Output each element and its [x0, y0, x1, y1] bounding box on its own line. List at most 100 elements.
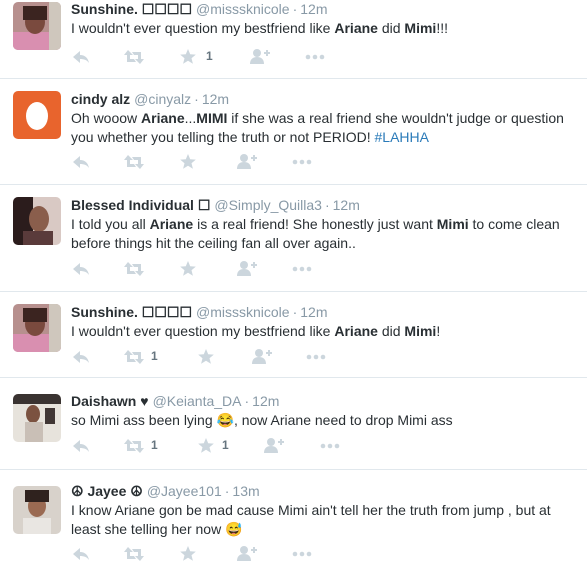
more-icon[interactable] — [319, 436, 341, 456]
reply-icon[interactable] — [71, 259, 91, 279]
follow-icon[interactable] — [251, 347, 273, 367]
avatar[interactable] — [13, 394, 61, 442]
retweet-count: 1 — [151, 349, 158, 363]
text-bold: Mimi — [436, 216, 469, 232]
text-bold: Mimi — [404, 323, 437, 339]
text-bold: MIMI — [196, 110, 228, 126]
user-handle[interactable]: @cinyalz — [134, 91, 191, 107]
favorite-icon[interactable] — [197, 347, 215, 367]
text-bold: Ariane — [334, 323, 378, 339]
avatar[interactable] — [13, 486, 61, 534]
tweet-timestamp[interactable]: 12m — [300, 1, 327, 17]
more-icon[interactable] — [305, 347, 327, 367]
tweet-text: I know Ariane gon be mad cause Mimi ain'… — [71, 501, 579, 539]
tweet-timestamp[interactable]: 12m — [202, 91, 229, 107]
hashtag-link[interactable]: #LAHHA — [375, 129, 429, 145]
tweet-timestamp[interactable]: 12m — [252, 393, 279, 409]
more-icon[interactable] — [291, 259, 313, 279]
text-segment: I wouldn't ever question my bestfriend l… — [71, 20, 335, 36]
text-segment: Oh wooow — [71, 110, 142, 126]
user-fullname[interactable]: ☮ Jayee ☮ — [71, 483, 143, 499]
tweet[interactable]: Daishawn ♥ @Keianta_DA · 12m so Mimi ass be… — [0, 378, 587, 470]
more-icon[interactable] — [304, 47, 326, 67]
tweet-text: I wouldn't ever question my bestfriend l… — [71, 322, 579, 341]
reply-icon[interactable] — [71, 152, 91, 172]
separator-dot: · — [324, 197, 330, 213]
text-segment: ! — [436, 323, 441, 339]
follow-icon[interactable] — [263, 436, 285, 456]
separator-dot: · — [292, 1, 298, 17]
tweet-text: I told you all Ariane is a real friend! … — [71, 215, 579, 253]
favorite-count: 1 — [222, 438, 229, 452]
tweet-timestamp[interactable]: 12m — [333, 197, 360, 213]
favorite-count: 1 — [206, 49, 213, 63]
user-handle[interactable]: @misssknicole — [196, 1, 290, 17]
reply-icon[interactable] — [71, 544, 91, 564]
separator-dot: · — [224, 483, 230, 499]
user-fullname[interactable]: cindy alz — [71, 91, 130, 107]
user-handle[interactable]: @Keianta_DA — [153, 393, 242, 409]
follow-icon[interactable] — [249, 47, 271, 67]
text-segment: so Mimi ass been lying — [71, 412, 217, 428]
favorite-icon[interactable] — [179, 259, 197, 279]
favorite-icon[interactable] — [179, 544, 197, 564]
text-segment: I told you all — [71, 216, 150, 232]
favorite-icon[interactable] — [179, 152, 197, 172]
retweet-icon[interactable] — [123, 436, 145, 456]
retweet-icon[interactable] — [123, 47, 145, 67]
emoji-sweat-smile: 😅 — [225, 521, 243, 537]
avatar[interactable] — [13, 91, 61, 139]
follow-icon[interactable] — [236, 544, 258, 564]
tweet-timestamp[interactable]: 13m — [232, 483, 259, 499]
user-fullname[interactable]: Sunshine. ☐☐☐☐ — [71, 304, 192, 320]
tweet[interactable]: cindy alz @cinyalz · 12m Oh wooow Ariane...… — [0, 79, 587, 185]
separator-dot: · — [194, 91, 199, 107]
text-segment: , now Ariane need to drop Mimi ass — [233, 412, 453, 428]
text-segment: !!! — [436, 20, 448, 36]
separator-dot: · — [292, 304, 298, 320]
user-handle[interactable]: @misssknicole — [196, 304, 290, 320]
reply-icon[interactable] — [71, 436, 91, 456]
text-segment: I wouldn't ever question my bestfriend l… — [71, 323, 335, 339]
text-bold: Ariane — [334, 20, 378, 36]
emoji-tears-of-joy: 😂 — [216, 412, 234, 428]
follow-icon[interactable] — [236, 152, 258, 172]
tweet-text: Oh wooow Ariane...MIMI if she was a real… — [71, 109, 579, 147]
tweet[interactable]: ☮ Jayee ☮ @Jayee101 · 13m I know Ariane gon… — [0, 470, 587, 584]
more-icon[interactable] — [291, 544, 313, 564]
tweet[interactable]: Sunshine. ☐☐☐☐ @misssknicole · 12m I wouldn… — [0, 0, 587, 79]
retweet-count: 1 — [151, 438, 158, 452]
text-segment: did — [377, 20, 405, 36]
follow-icon[interactable] — [236, 259, 258, 279]
text-bold: Mimi — [404, 20, 437, 36]
user-handle[interactable]: @Jayee101 — [147, 483, 222, 499]
favorite-icon[interactable] — [179, 47, 197, 67]
avatar[interactable] — [13, 2, 61, 50]
text-segment: I know Ariane gon be mad cause Mimi ain'… — [71, 502, 551, 537]
favorite-icon[interactable] — [197, 436, 215, 456]
user-fullname[interactable]: Blessed Individual ☐ — [71, 197, 210, 213]
separator-dot: · — [244, 393, 250, 409]
tweet[interactable]: Blessed Individual ☐ @Simply_Quilla3 · 12m … — [0, 185, 587, 292]
user-fullname[interactable]: Daishawn ♥ — [71, 393, 149, 409]
user-fullname[interactable]: Sunshine. ☐☐☐☐ — [71, 1, 192, 17]
tweet-timestamp[interactable]: 12m — [300, 304, 327, 320]
reply-icon[interactable] — [71, 347, 91, 367]
tweet-text: I wouldn't ever question my bestfriend l… — [71, 19, 579, 38]
user-handle[interactable]: @Simply_Quilla3 — [214, 197, 322, 213]
retweet-icon[interactable] — [123, 347, 145, 367]
tweet-text: so Mimi ass been lying 😂, now Ariane nee… — [71, 411, 579, 430]
text-bold: Ariane — [141, 110, 185, 126]
more-icon[interactable] — [291, 152, 313, 172]
reply-icon[interactable] — [71, 47, 91, 67]
tweet[interactable]: Sunshine. ☐☐☐☐ @misssknicole · 12m I wouldn… — [0, 292, 587, 378]
retweet-icon[interactable] — [123, 544, 145, 564]
avatar[interactable] — [13, 304, 61, 352]
avatar[interactable] — [13, 197, 61, 245]
text-segment: ... — [184, 110, 197, 126]
text-segment: is a real friend! She honestly just want — [193, 216, 437, 232]
retweet-icon[interactable] — [123, 259, 145, 279]
retweet-icon[interactable] — [123, 152, 145, 172]
text-bold: Ariane — [149, 216, 194, 232]
text-segment: did — [377, 323, 405, 339]
